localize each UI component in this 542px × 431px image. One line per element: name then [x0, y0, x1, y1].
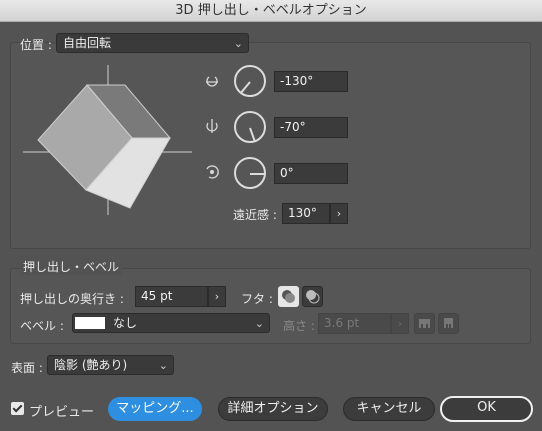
rotate-x-field[interactable]: -130° — [274, 71, 348, 92]
cap-off-button[interactable] — [302, 286, 323, 307]
rotate-y-icon — [206, 119, 218, 133]
preview-label[interactable]: プレビュー — [29, 401, 94, 420]
rotate-z-field[interactable]: 0° — [274, 163, 348, 184]
position-dropdown[interactable]: 自由回転 ⌄ — [56, 33, 249, 53]
rotate-x-dial[interactable] — [234, 65, 266, 97]
chevron-right-icon: › — [397, 317, 403, 330]
position-value: 自由回転 — [63, 36, 112, 50]
height-field[interactable]: 3.6 pt — [318, 313, 391, 334]
chevron-right-icon: › — [214, 290, 220, 303]
cap-off-icon — [306, 290, 320, 304]
chevron-down-icon: ⌄ — [233, 37, 243, 50]
chevron-down-icon: ⌄ — [254, 317, 264, 330]
more-options-button[interactable]: 詳細オプション — [218, 397, 328, 421]
bevel-in-icon — [444, 318, 453, 329]
ok-button[interactable]: OK — [440, 396, 533, 422]
window-title: 3D 押し出し・ベベルオプション — [0, 0, 542, 22]
mapping-button[interactable]: マッピング... — [108, 397, 202, 421]
bevel-value: なし — [113, 316, 138, 330]
bevel-dropdown[interactable]: なし ⌄ — [72, 313, 270, 333]
rotate-y-field[interactable]: -70° — [274, 117, 348, 138]
height-stepper[interactable]: › — [391, 313, 409, 334]
rotate-x-dial-hand — [240, 81, 251, 94]
height-label: 高さ : — [283, 319, 315, 333]
surface-dropdown[interactable]: 陰影 (艶あり) ⌄ — [47, 355, 174, 375]
position-label: 位置 : — [20, 38, 52, 52]
chevron-right-icon: › — [336, 207, 342, 220]
depth-label: 押し出しの奥行き : — [20, 292, 124, 306]
cap-label: フタ : — [241, 292, 273, 306]
extrude-section-label: 押し出し・ベベル — [20, 258, 123, 275]
depth-stepper[interactable]: › — [208, 286, 226, 307]
surface-value: 陰影 (艶あり) — [54, 358, 128, 372]
perspective-stepper[interactable]: › — [330, 203, 348, 224]
chevron-down-icon: ⌄ — [158, 359, 168, 372]
bevel-swatch — [75, 317, 105, 329]
rotate-z-dial[interactable] — [234, 157, 266, 189]
bevel-in-button[interactable] — [438, 313, 459, 334]
perspective-label: 遠近感 : — [233, 208, 277, 222]
cube-preview[interactable] — [20, 60, 195, 220]
rotate-z-dial-hand — [250, 173, 264, 175]
surface-label: 表面 : — [11, 361, 43, 375]
perspective-field[interactable]: 130° — [282, 203, 330, 224]
bevel-out-icon — [419, 319, 430, 329]
rotate-y-dial-hand — [249, 127, 256, 142]
bevel-out-button[interactable] — [414, 313, 435, 334]
rotate-y-dial[interactable] — [234, 111, 266, 143]
bevel-label: ベベル : — [20, 319, 64, 333]
preview-checkbox[interactable] — [11, 402, 24, 415]
cap-on-icon — [282, 290, 295, 303]
cancel-button[interactable]: キャンセル — [343, 397, 435, 421]
depth-field[interactable]: 45 pt — [135, 286, 208, 307]
cap-on-button[interactable] — [278, 286, 299, 307]
rotate-x-icon — [206, 76, 218, 87]
rotate-z-icon — [206, 165, 219, 179]
